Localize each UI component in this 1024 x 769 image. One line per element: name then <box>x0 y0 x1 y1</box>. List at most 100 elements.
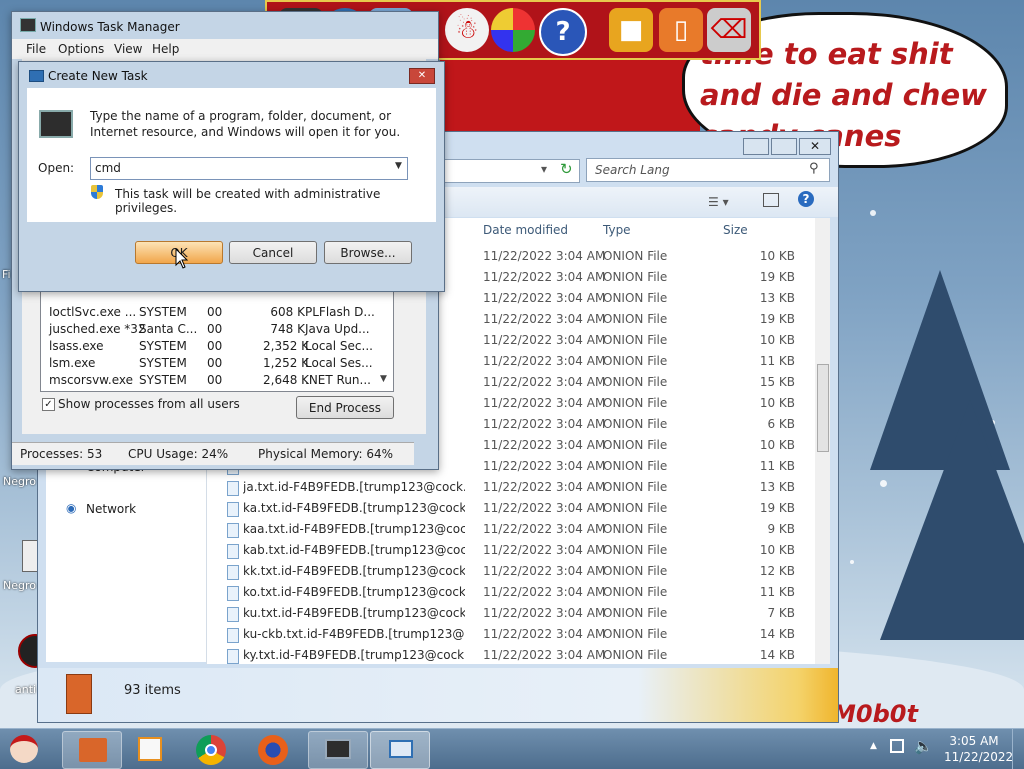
process-cpu: 00 <box>207 322 223 336</box>
show-desktop-button[interactable] <box>1012 729 1024 769</box>
run-icon <box>29 70 44 82</box>
file-row[interactable]: ky.txt.id-F4B9FEDB.[trump123@cock.li].a.… <box>225 645 825 666</box>
menu-options[interactable]: Options <box>58 42 104 56</box>
file-date: 11/22/2022 3:04 AM <box>483 270 606 284</box>
file-row[interactable]: kaa.txt.id-F4B9FEDB.[trump123@cock.li]..… <box>225 519 825 540</box>
file-name: ja.txt.id-F4B9FEDB.[trump123@cock.li].ar… <box>243 480 465 494</box>
menu-view[interactable]: View <box>114 42 142 56</box>
process-count: Processes: 53 <box>20 447 103 461</box>
close-icon[interactable]: ✕ <box>409 68 435 84</box>
file-size: 7 KB <box>767 606 795 620</box>
file-row[interactable]: kk.txt.id-F4B9FEDB.[trump123@cock.li].a.… <box>225 561 825 582</box>
show-all-users-checkbox[interactable]: ✓ <box>42 398 55 411</box>
file-row[interactable]: ja.txt.id-F4B9FEDB.[trump123@cock.li].ar… <box>225 477 825 498</box>
process-memory: 2,352 K <box>263 339 310 353</box>
file-size: 13 KB <box>759 291 795 305</box>
search-icon[interactable]: ⚲ <box>809 161 819 176</box>
folder-icon[interactable]: ▯ <box>659 8 703 52</box>
clock[interactable]: 3:05 AM 11/22/2022 <box>944 733 1014 765</box>
process-name: mscorsvw.exe <box>49 373 133 387</box>
file-row[interactable]: ko.txt.id-F4B9FEDB.[trump123@cock.li].a.… <box>225 582 825 603</box>
santa-start-icon[interactable] <box>2 731 46 767</box>
file-size: 10 KB <box>759 438 795 452</box>
file-size: 11 KB <box>759 585 795 599</box>
menu-bar: File Options View Help <box>12 39 438 59</box>
menu-help[interactable]: Help <box>152 42 179 56</box>
open-input[interactable]: cmd <box>95 161 121 175</box>
view-options-icon[interactable]: ☰ ▾ <box>708 195 729 209</box>
show-hidden-icons[interactable]: ▲ <box>870 741 877 751</box>
menu-file[interactable]: File <box>26 42 46 56</box>
refresh-icon[interactable]: ↻ <box>560 160 573 178</box>
file-icon <box>227 628 239 643</box>
network-tray-icon[interactable] <box>890 739 904 753</box>
process-memory: 1,252 K <box>263 356 310 370</box>
file-size: 19 KB <box>759 312 795 326</box>
search-placeholder: Search Lang <box>595 163 670 177</box>
help-icon[interactable]: ? <box>539 8 587 56</box>
nav-item-network[interactable]: Network <box>86 502 136 516</box>
column-size[interactable]: Size <box>723 223 748 237</box>
admin-note: This task will be created with administr… <box>115 187 381 215</box>
close-icon[interactable]: ✕ <box>799 138 831 155</box>
file-type: ONION File <box>603 249 668 263</box>
chevron-down-icon[interactable]: ▼ <box>395 161 402 171</box>
maximize-button[interactable] <box>771 138 797 155</box>
trash-icon[interactable]: ⌫ <box>707 8 751 52</box>
clock-time: 3:05 AM <box>949 734 999 748</box>
cancel-button[interactable]: Cancel <box>229 241 317 264</box>
open-combobox[interactable]: cmd ▼ <box>90 157 408 180</box>
snowman-icon[interactable]: ☃ <box>445 8 489 52</box>
file-type: ONION File <box>603 459 668 473</box>
task-manager-icon[interactable] <box>308 731 368 769</box>
file-date: 11/22/2022 3:04 AM <box>483 312 606 326</box>
file-size: 10 KB <box>759 396 795 410</box>
firefox-icon[interactable] <box>244 731 302 767</box>
file-type: ONION File <box>603 270 668 284</box>
volume-icon[interactable]: 🔈 <box>914 737 933 755</box>
browse-button[interactable]: Browse... <box>324 241 412 264</box>
file-date: 11/22/2022 3:04 AM <box>483 543 606 557</box>
explorer-folder-icon[interactable] <box>62 731 122 769</box>
process-memory: 748 K <box>270 322 305 336</box>
file-icon <box>227 586 239 601</box>
chevron-down-icon[interactable]: ▾ <box>541 162 547 176</box>
help-icon[interactable]: ? <box>798 191 814 207</box>
colorful-shield-icon[interactable] <box>491 8 535 52</box>
file-date: 11/22/2022 3:04 AM <box>483 501 606 515</box>
file-icon <box>227 481 239 496</box>
file-row[interactable]: ku.txt.id-F4B9FEDB.[trump123@cock.li].a.… <box>225 603 825 624</box>
clock-date: 11/22/2022 <box>944 750 1014 764</box>
file-row[interactable]: ka.txt.id-F4B9FEDB.[trump123@cock.li].ar… <box>225 498 825 519</box>
process-memory: 2,648 K <box>263 373 310 387</box>
preview-pane-icon[interactable] <box>763 193 779 207</box>
file-type: ONION File <box>603 480 668 494</box>
file-icon <box>227 565 239 580</box>
item-count: 93 items <box>124 683 181 698</box>
file-type: ONION File <box>603 522 668 536</box>
file-row[interactable]: ku-ckb.txt.id-F4B9FEDB.[trump123@cock...… <box>225 624 825 645</box>
scroll-down-icon[interactable]: ▼ <box>380 374 387 384</box>
run-dialog-icon[interactable] <box>370 731 430 769</box>
media-player-icon[interactable] <box>120 731 178 767</box>
end-process-button[interactable]: End Process <box>296 396 394 419</box>
chrome-icon[interactable] <box>182 731 240 767</box>
minimize-button[interactable] <box>743 138 769 155</box>
column-date-modified[interactable]: Date modified <box>483 223 568 237</box>
gift-icon[interactable]: ■ <box>609 8 653 52</box>
file-date: 11/22/2022 3:04 AM <box>483 564 606 578</box>
address-bar[interactable] <box>438 159 580 183</box>
file-type: ONION File <box>603 606 668 620</box>
file-date: 11/22/2022 3:04 AM <box>483 480 606 494</box>
file-type: ONION File <box>603 438 668 452</box>
process-cpu: 00 <box>207 305 223 319</box>
file-type: ONION File <box>603 396 668 410</box>
window-controls: ✕ <box>743 138 831 155</box>
file-name: kab.txt.id-F4B9FEDB.[trump123@cock.li]..… <box>243 543 465 557</box>
process-user: SYSTEM <box>139 305 187 319</box>
open-label: Open: <box>38 161 75 175</box>
column-type[interactable]: Type <box>603 223 631 237</box>
file-date: 11/22/2022 3:04 AM <box>483 585 606 599</box>
file-row[interactable]: kab.txt.id-F4B9FEDB.[trump123@cock.li]..… <box>225 540 825 561</box>
search-input[interactable]: Search Lang ⚲ <box>586 158 830 182</box>
